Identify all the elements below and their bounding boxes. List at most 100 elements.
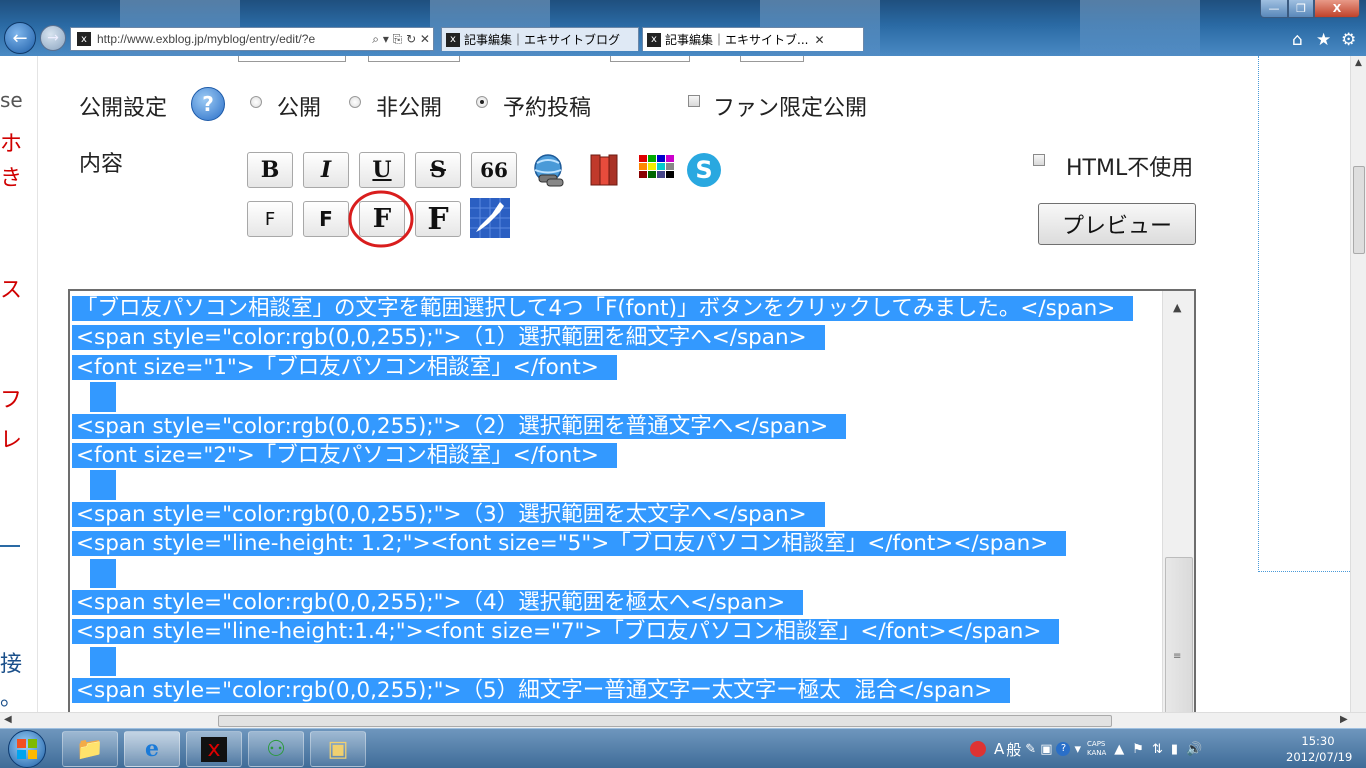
bold-button[interactable]: B	[247, 152, 293, 188]
editor-line[interactable]: <font size="2">「ブロ友パソコン相談室」</font>	[72, 441, 1162, 470]
radio-scheduled[interactable]	[476, 96, 488, 108]
home-icon[interactable]: ⌂	[1292, 30, 1303, 50]
help-icon[interactable]: ?	[191, 87, 225, 121]
color-palette-button[interactable]	[637, 150, 677, 190]
clock-date: 2012/07/19	[1286, 750, 1353, 764]
html-off-label[interactable]: HTML不使用	[1066, 150, 1193, 182]
editor-line[interactable]: <span style="color:rgb(0,0,255);">（2）選択範…	[72, 412, 1162, 441]
scroll-right-arrow-icon[interactable]: ▶	[1340, 714, 1348, 725]
map-button[interactable]	[470, 198, 510, 238]
minimize-button[interactable]: —	[1260, 0, 1288, 18]
system-tray: A 般 ✎ ▣ ? ▾ CAPS KANA ▲ ⚑ ⇅ ▮ 🔊	[970, 729, 1202, 768]
radio-public[interactable]	[250, 96, 262, 108]
radio-private-label[interactable]: 非公開	[376, 90, 442, 122]
maximize-button[interactable]: ❐	[1288, 0, 1314, 18]
date-field-fragment[interactable]	[368, 56, 460, 62]
radio-public-label[interactable]: 公開	[277, 90, 321, 122]
red-circle-annotation	[348, 190, 414, 248]
scroll-up-arrow-icon[interactable]: ▲	[1173, 301, 1181, 314]
editor-line[interactable]	[72, 382, 1162, 412]
radio-private[interactable]	[349, 96, 361, 108]
radio-scheduled-label[interactable]: 予約投稿	[503, 90, 591, 122]
ime-help-icon[interactable]: ?	[1056, 742, 1071, 756]
start-button[interactable]	[8, 730, 46, 768]
underline-button[interactable]: U	[359, 152, 405, 188]
taskbar: 📁 e x ⚇ ▣ A 般 ✎ ▣ ? ▾ CAPS KANA ▲ ⚑ ⇅ ▮ …	[0, 728, 1366, 768]
page-vertical-scrollbar[interactable]: ▲	[1350, 56, 1366, 712]
editor-line[interactable]: 「ブロ友パソコン相談室」の文字を範囲選択して4つ「F(font)」ボタンをクリッ…	[72, 294, 1162, 323]
map-japan-icon	[470, 198, 510, 238]
editor-line[interactable]: <span style="line-height:1.4;"><font siz…	[72, 617, 1162, 646]
book-button[interactable]	[584, 150, 624, 190]
font-small-button[interactable]: F	[247, 201, 293, 237]
tab-close-button[interactable]: ✕	[814, 33, 824, 47]
tab-edit-entry-2[interactable]: x 記事編集｜エキサイトブ... ✕	[642, 27, 864, 51]
scroll-thumb[interactable]	[1353, 166, 1365, 254]
star-icon[interactable]: ★	[1316, 30, 1331, 50]
editor-line-text: <font size="2">「ブロ友パソコン相談室」</font>	[72, 442, 617, 468]
editor-line[interactable]: <span style="color:rgb(0,0,255);">（4）選択範…	[72, 588, 1162, 617]
ime-tools-icon[interactable]: ✎	[1025, 742, 1036, 757]
scroll-thumb[interactable]	[218, 715, 1112, 727]
app-taskbar-button[interactable]: x	[186, 731, 242, 767]
window-taskbar-button[interactable]: ▣	[310, 731, 366, 767]
quote-button[interactable]: 66	[471, 152, 517, 188]
ime-mode[interactable]: A	[994, 740, 1004, 758]
folder-icon: 📁	[76, 736, 104, 762]
page-horizontal-scrollbar[interactable]: ◀ ▶	[0, 712, 1366, 728]
scroll-up-arrow-icon[interactable]: ▲	[1355, 58, 1362, 68]
fan-only-checkbox[interactable]	[688, 95, 700, 107]
editor-line[interactable]	[72, 558, 1162, 588]
ime-pad-icon[interactable]: ▣	[1040, 742, 1052, 757]
editor-scrollbar[interactable]: ▲ ≡	[1162, 291, 1194, 712]
editor-line[interactable]: <span style="color:rgb(0,0,255);">（5）細文字…	[72, 676, 1162, 705]
left-column-fragment: se ホ き ス フ レ 接 。	[0, 56, 38, 712]
scroll-left-arrow-icon[interactable]: ◀	[4, 714, 12, 725]
address-bar[interactable]: x http://www.exblog.jp/myblog/entry/edit…	[70, 27, 434, 51]
address-controls[interactable]: ⌕ ▾ ⎘ ↻ ✕	[369, 32, 433, 47]
ie-taskbar-button[interactable]: e	[124, 731, 180, 767]
editor-line[interactable]	[72, 646, 1162, 677]
strikethrough-button[interactable]: S	[415, 152, 461, 188]
font-xlarge-button[interactable]: F	[415, 201, 461, 237]
usb-icon[interactable]: ⇅	[1152, 742, 1163, 757]
link-button[interactable]	[528, 150, 568, 190]
scroll-thumb[interactable]	[1165, 557, 1193, 712]
network-signal-icon[interactable]: ▮	[1171, 742, 1178, 757]
back-button[interactable]: ←	[4, 22, 36, 54]
font-normal-button[interactable]: F	[303, 201, 349, 237]
fan-only-label[interactable]: ファン限定公開	[713, 90, 867, 122]
editor-line[interactable]	[72, 470, 1162, 500]
site-favicon-icon: x	[77, 32, 91, 46]
date-field-fragment[interactable]	[610, 56, 690, 62]
ime-dictionary[interactable]: 般	[1006, 739, 1021, 760]
close-window-button[interactable]: X	[1314, 0, 1360, 18]
editor-line[interactable]: <span style="color:rgb(0,0,255);">（3）選択範…	[72, 500, 1162, 529]
clock[interactable]: 15:30 2012/07/19	[1286, 733, 1353, 765]
editor-line[interactable]: <span style="line-height: 1.2;"><font si…	[72, 529, 1162, 558]
date-field-fragment[interactable]	[740, 56, 804, 62]
action-center-icon[interactable]: ⚑	[1132, 742, 1144, 757]
ime-options-icon[interactable]: ▾	[1074, 742, 1081, 757]
url-text[interactable]: http://www.exblog.jp/myblog/entry/edit/?…	[97, 32, 369, 46]
date-field-fragment[interactable]	[238, 56, 346, 62]
skype-icon: S	[687, 153, 721, 187]
volume-icon[interactable]: 🔊	[1186, 742, 1202, 757]
forward-button[interactable]: →	[40, 25, 66, 51]
messenger-taskbar-button[interactable]: ⚇	[248, 731, 304, 767]
ie-icon: e	[145, 736, 159, 762]
italic-button[interactable]: I	[303, 152, 349, 188]
editor-text[interactable]: 「ブロ友パソコン相談室」の文字を範囲選択して4つ「F(font)」ボタンをクリッ…	[72, 294, 1162, 705]
preview-button[interactable]: プレビュー	[1038, 203, 1196, 245]
content-editor[interactable]: 「ブロ友パソコン相談室」の文字を範囲選択して4つ「F(font)」ボタンをクリッ…	[68, 289, 1196, 712]
skype-button[interactable]: S	[683, 150, 723, 190]
editor-line[interactable]: <span style="color:rgb(0,0,255);">（1）選択範…	[72, 323, 1162, 352]
ime-toggle-icon[interactable]	[970, 741, 986, 757]
show-hidden-icons[interactable]: ▲	[1114, 742, 1124, 757]
tab-edit-entry-1[interactable]: x 記事編集｜エキサイトブログ	[441, 27, 639, 51]
explorer-taskbar-button[interactable]: 📁	[62, 731, 118, 767]
gear-icon[interactable]: ⚙	[1341, 30, 1356, 50]
tab-title: 記事編集｜エキサイトブ...	[665, 33, 809, 47]
html-off-checkbox[interactable]	[1033, 154, 1045, 166]
editor-line[interactable]: <font size="1">「ブロ友パソコン相談室」</font>	[72, 353, 1162, 382]
